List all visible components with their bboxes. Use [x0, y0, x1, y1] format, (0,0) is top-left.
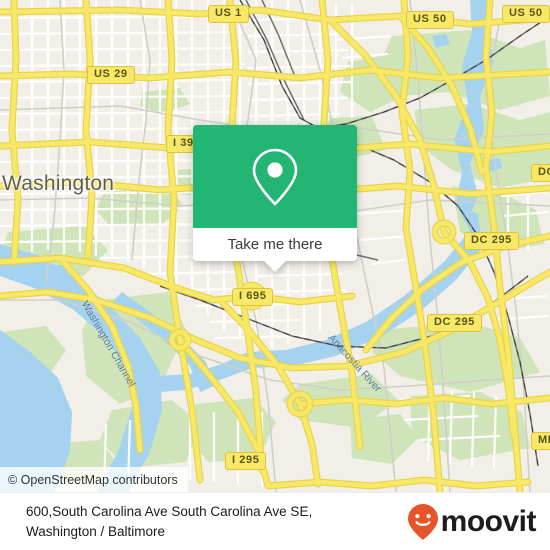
- attribution-text: © OpenStreetMap contributors: [8, 472, 178, 487]
- map-pin-icon: [252, 148, 298, 206]
- address-line-1: 600,South Carolina Ave South Carolina Av…: [26, 503, 313, 519]
- take-me-there-label: Take me there: [227, 236, 323, 253]
- moovit-wordmark: moovit: [440, 504, 537, 538]
- location-popup-card[interactable]: Take me there: [193, 125, 357, 272]
- footer-bar: 600,South Carolina Ave South Carolina Av…: [0, 492, 550, 550]
- map-screen: Washington Washington Channel Anacostia …: [0, 0, 550, 550]
- address-line-2: Washington / Baltimore: [26, 523, 166, 539]
- moovit-logo[interactable]: moovit: [406, 503, 537, 541]
- popup-pointer: [264, 261, 286, 272]
- moovit-pin-smile-icon: [407, 503, 438, 540]
- address-block: 600,South Carolina Ave South Carolina Av…: [26, 502, 312, 541]
- take-me-there-button[interactable]: Take me there: [193, 228, 357, 261]
- map-canvas[interactable]: Washington Washington Channel Anacostia …: [0, 0, 550, 492]
- popup-icon-area: [193, 125, 357, 228]
- map-attribution[interactable]: © OpenStreetMap contributors: [0, 467, 188, 492]
